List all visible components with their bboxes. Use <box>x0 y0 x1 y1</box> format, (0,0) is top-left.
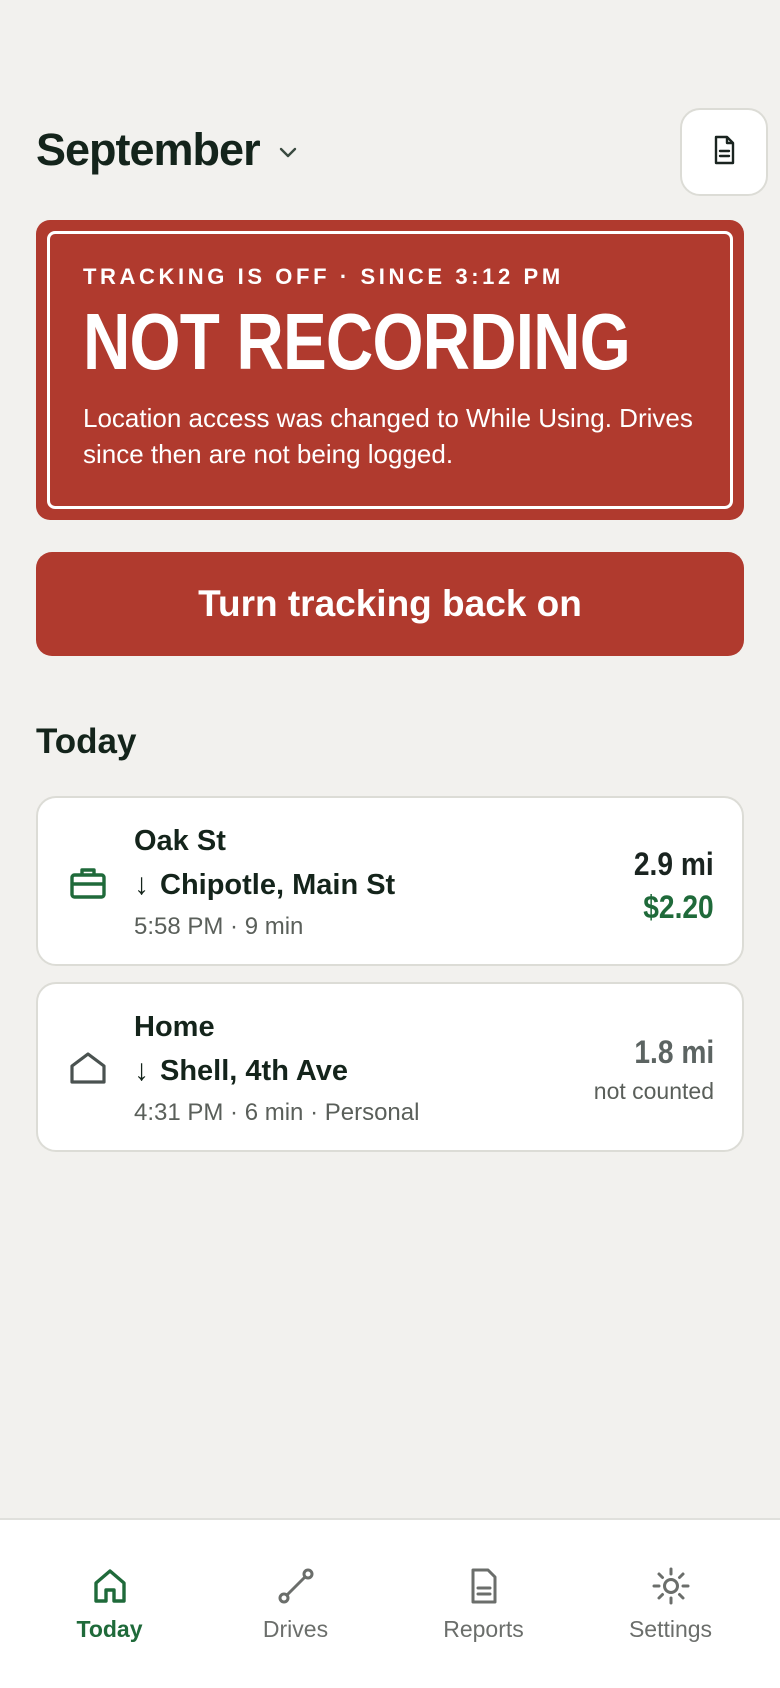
nav-label: Drives <box>262 1616 329 1642</box>
turn-tracking-on-button[interactable]: Turn tracking back on <box>36 552 744 656</box>
nav-item-settings[interactable]: Settings <box>573 1520 768 1688</box>
alert-title: NOT RECORDING <box>83 297 631 386</box>
nav-item-today[interactable]: Today <box>12 1520 207 1688</box>
bottom-nav: Today Drives Reports Settings <box>0 1518 780 1688</box>
section-title-today: Today <box>36 722 137 761</box>
alert-frame: TRACKING IS OFF · SINCE 3:12 PM NOT RECO… <box>47 231 733 509</box>
route-icon <box>276 1566 316 1606</box>
drive-card[interactable]: Home ↓ Shell, 4th Ave 4:31 PM · 6 min · … <box>36 982 744 1152</box>
header: September <box>36 108 768 196</box>
briefcase-icon <box>68 862 108 902</box>
drive-meta: 5:58 PM · 9 min <box>134 913 304 940</box>
drive-status: not counted <box>593 1078 714 1104</box>
drive-route: Home ↓ Shell, 4th Ave 4:31 PM · 6 min · … <box>134 1008 419 1130</box>
chevron-down-icon <box>274 138 302 166</box>
month-selector[interactable]: September <box>36 124 302 176</box>
nav-item-drives[interactable]: Drives <box>198 1520 393 1688</box>
home-icon <box>90 1566 130 1606</box>
month-label: September <box>36 124 261 175</box>
drive-destination: Shell, 4th Ave <box>160 1055 349 1087</box>
nav-label: Today <box>76 1616 143 1642</box>
nav-label: Settings <box>628 1616 713 1642</box>
drive-meta: 4:31 PM · 6 min · Personal <box>134 1099 420 1126</box>
document-icon <box>464 1566 504 1606</box>
drive-distance: 2.9 mi <box>634 846 714 882</box>
drive-summary: 2.9 mi $2.20 <box>623 844 714 928</box>
tracking-off-alert: TRACKING IS OFF · SINCE 3:12 PM NOT RECO… <box>36 220 744 520</box>
today-screen: September TRACKING IS OFF · SINCE 3:12 P… <box>0 0 780 1688</box>
drive-origin: Home <box>134 1011 215 1043</box>
drive-route: Oak St ↓ Chipotle, Main St 5:58 PM · 9 m… <box>134 822 395 944</box>
drive-distance: 1.8 mi <box>634 1034 714 1070</box>
home-icon <box>68 1048 108 1088</box>
drive-summary: 1.8 mi not counted <box>594 1032 714 1105</box>
gear-icon <box>651 1566 691 1606</box>
drive-destination-row: ↓ Shell, 4th Ave <box>134 1052 419 1090</box>
nav-item-reports[interactable]: Reports <box>386 1520 581 1688</box>
drive-origin: Oak St <box>134 825 226 857</box>
drive-destination-row: ↓ Chipotle, Main St <box>134 866 395 904</box>
alert-body: Location access was changed to While Usi… <box>83 403 693 469</box>
alert-eyebrow: TRACKING IS OFF · SINCE 3:12 PM <box>83 264 564 289</box>
export-document-button[interactable] <box>680 108 768 196</box>
nav-label: Reports <box>443 1616 524 1642</box>
document-icon <box>708 134 740 171</box>
arrow-down-icon: ↓ <box>134 1054 149 1087</box>
drive-card[interactable]: Oak St ↓ Chipotle, Main St 5:58 PM · 9 m… <box>36 796 744 966</box>
drive-amount: $2.20 <box>643 889 714 925</box>
drive-destination: Chipotle, Main St <box>160 869 396 901</box>
arrow-down-icon: ↓ <box>134 868 149 901</box>
